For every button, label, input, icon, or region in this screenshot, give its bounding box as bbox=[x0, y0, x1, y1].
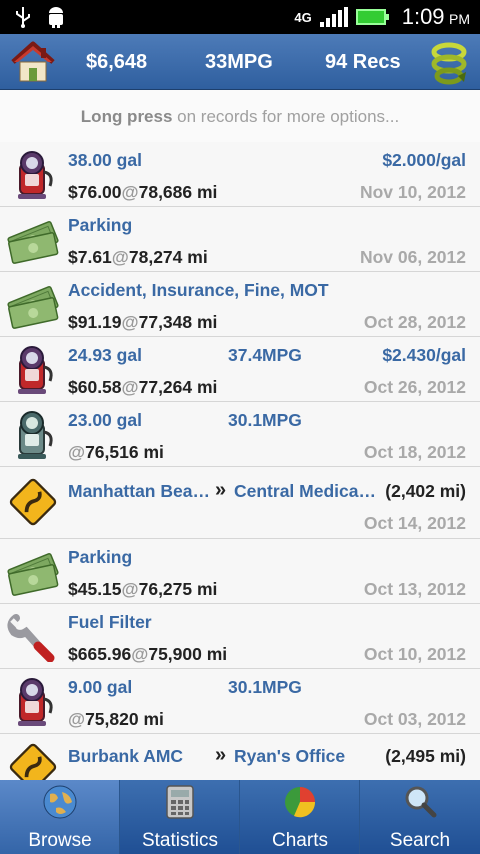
gas-pump-red-icon bbox=[18, 678, 53, 726]
clock-ampm: PM bbox=[449, 11, 470, 27]
tab-label: Search bbox=[389, 830, 451, 851]
trip-arrow: » bbox=[215, 479, 227, 501]
sync-icon[interactable] bbox=[428, 38, 470, 86]
record-odometer: @75,820 mi bbox=[68, 709, 164, 729]
fuel-volume: 23.00 gal bbox=[68, 410, 142, 430]
road-sign-icon bbox=[9, 743, 57, 780]
road-sign-icon bbox=[9, 478, 57, 526]
money-icon bbox=[7, 553, 59, 596]
trip-destination: Ryan's Office bbox=[234, 746, 346, 766]
calculator-icon bbox=[166, 785, 194, 819]
record-date: Oct 28, 2012 bbox=[363, 312, 466, 332]
record-date: Oct 26, 2012 bbox=[363, 377, 466, 397]
trip-arrow: » bbox=[215, 744, 227, 766]
record-odometer: @76,516 mi bbox=[68, 442, 164, 462]
tab-label: Browse bbox=[28, 830, 92, 851]
record-date: Oct 13, 2012 bbox=[363, 579, 466, 599]
signal-icon bbox=[319, 7, 348, 27]
record-row[interactable]: Accident, Insurance, Fine, MOT $91.19@77… bbox=[0, 272, 480, 337]
android-debug-icon bbox=[49, 7, 63, 28]
fuel-mpg: 30.1MPG bbox=[228, 677, 302, 697]
usb-icon bbox=[16, 7, 30, 28]
record-row[interactable]: Manhattan Bea… » Central Medica… (2,402 … bbox=[0, 467, 480, 539]
record-date: Oct 18, 2012 bbox=[363, 442, 466, 462]
fuel-price: $2.430/gal bbox=[382, 345, 466, 365]
pie-chart-icon bbox=[285, 787, 316, 818]
records-list[interactable]: 38.00 gal $2.000/gal $76.00@78,686 mi No… bbox=[0, 142, 480, 780]
record-row[interactable]: Parking $45.15@76,275 mi Oct 13, 2012 bbox=[0, 539, 480, 604]
fuel-mpg: 37.4MPG bbox=[228, 345, 302, 365]
record-cost-odometer: $60.58@77,264 mi bbox=[68, 377, 218, 397]
magnifier-icon bbox=[405, 786, 437, 818]
tab-statistics[interactable]: Statistics bbox=[120, 780, 240, 854]
record-row[interactable]: 23.00 gal 30.1MPG @76,516 mi Oct 18, 201… bbox=[0, 402, 480, 467]
tab-label: Charts bbox=[272, 830, 328, 851]
record-date: Nov 06, 2012 bbox=[359, 247, 466, 267]
expense-category: Parking bbox=[68, 215, 133, 235]
record-row[interactable]: Burbank AMC » Ryan's Office (2,495 mi) bbox=[0, 734, 480, 780]
expense-category: Parking bbox=[68, 547, 133, 567]
record-row[interactable]: 9.00 gal 30.1MPG @75,820 mi Oct 03, 2012 bbox=[0, 669, 480, 734]
record-date: Oct 14, 2012 bbox=[363, 513, 466, 533]
record-date: Nov 10, 2012 bbox=[359, 182, 466, 202]
clock-time: 1:09 bbox=[401, 4, 445, 29]
gas-pump-red-icon bbox=[18, 151, 53, 199]
record-row[interactable]: 38.00 gal $2.000/gal $76.00@78,686 mi No… bbox=[0, 142, 480, 207]
trip-origin: Manhattan Bea… bbox=[68, 481, 210, 501]
fuel-volume: 24.93 gal bbox=[68, 345, 142, 365]
total-cost: $6,648 bbox=[86, 51, 148, 73]
record-count: 94 Recs bbox=[325, 51, 401, 73]
fuel-volume: 38.00 gal bbox=[68, 150, 142, 170]
money-icon bbox=[7, 286, 59, 329]
fuel-volume: 9.00 gal bbox=[68, 677, 133, 697]
record-row[interactable]: Parking $7.61@78,274 mi Nov 06, 2012 bbox=[0, 207, 480, 272]
money-icon bbox=[7, 221, 59, 264]
trip-origin: Burbank AMC bbox=[68, 746, 184, 766]
home-icon[interactable] bbox=[10, 40, 56, 84]
bottom-nav: Browse Statistics Charts Search bbox=[0, 780, 480, 854]
long-press-hint: Long press on records for more options..… bbox=[0, 90, 480, 142]
record-cost-odometer: $76.00@78,686 mi bbox=[68, 182, 218, 202]
record-cost-odometer: $665.96@75,900 mi bbox=[68, 644, 228, 664]
battery-icon bbox=[355, 9, 389, 25]
summary-header: $6,648 33MPG 94 Recs bbox=[0, 34, 480, 90]
tab-label: Statistics bbox=[141, 830, 219, 851]
record-row[interactable]: Fuel Filter $665.96@75,900 mi Oct 10, 20… bbox=[0, 604, 480, 669]
status-bar: 4G 1:09 PM bbox=[0, 0, 480, 34]
record-cost-odometer: $7.61@78,274 mi bbox=[68, 247, 208, 267]
record-date: Oct 03, 2012 bbox=[363, 709, 466, 729]
trip-distance: (2,402 mi) bbox=[385, 481, 466, 501]
globe-icon bbox=[43, 785, 77, 819]
trip-distance: (2,495 mi) bbox=[385, 746, 466, 766]
service-name: Fuel Filter bbox=[68, 612, 152, 632]
average-mpg: 33MPG bbox=[205, 51, 273, 73]
fuel-mpg: 30.1MPG bbox=[228, 410, 302, 430]
record-cost-odometer: $91.19@77,348 mi bbox=[68, 312, 218, 332]
tab-charts[interactable]: Charts bbox=[240, 780, 360, 854]
fuel-price: $2.000/gal bbox=[382, 150, 466, 170]
record-row[interactable]: 24.93 gal 37.4MPG $2.430/gal $60.58@77,2… bbox=[0, 337, 480, 402]
tab-browse[interactable]: Browse bbox=[0, 780, 120, 854]
expense-category: Accident, Insurance, Fine, MOT bbox=[68, 280, 329, 300]
network-type: 4G bbox=[294, 9, 312, 25]
gas-pump-red-icon bbox=[18, 346, 53, 394]
record-cost-odometer: $45.15@76,275 mi bbox=[68, 579, 218, 599]
trip-destination: Central Medica… bbox=[234, 481, 376, 501]
record-date: Oct 10, 2012 bbox=[363, 644, 466, 664]
tab-search[interactable]: Search bbox=[360, 780, 480, 854]
wrench-icon bbox=[7, 614, 55, 662]
gas-pump-green-icon bbox=[18, 411, 53, 459]
